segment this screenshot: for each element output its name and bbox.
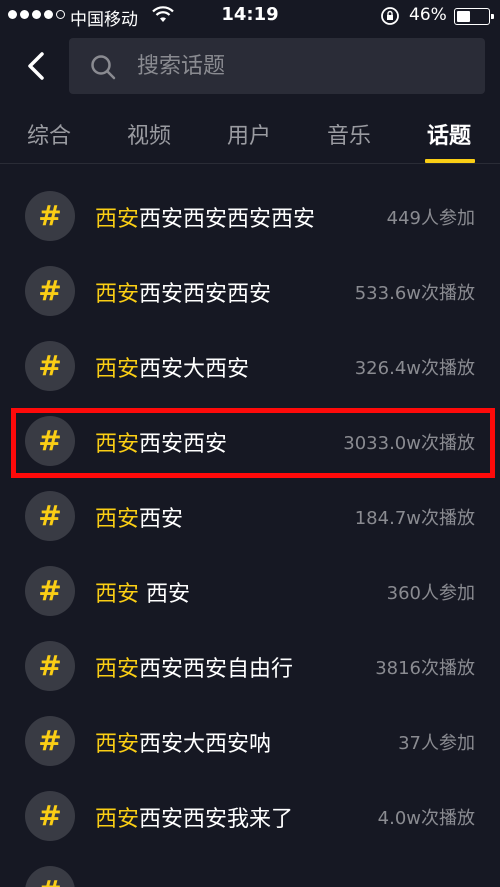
topic-title-rest: 西安 — [139, 582, 191, 607]
topic-title-highlight: 西安 — [95, 207, 140, 232]
search-icon — [91, 55, 116, 80]
topic-row[interactable]: # 西安西安西安西安 533.6w次播放 — [0, 253, 500, 328]
hashtag-icon: # — [25, 341, 75, 391]
topic-stats: 449人参加 — [386, 208, 475, 229]
hashtag-icon: # — [25, 491, 75, 541]
topic-title-rest: 西安 — [139, 507, 184, 532]
topic-title: 西安西安 — [95, 501, 183, 533]
hashtag-icon: # — [25, 416, 75, 466]
topic-title-rest: 西安西安西安西安 — [139, 207, 316, 232]
topic-row[interactable]: # 西安西安西安 3033.0w次播放 — [0, 403, 500, 478]
active-tab-indicator — [425, 159, 475, 163]
topic-row[interactable]: # 西安西安西安我来了 4.0w次播放 — [0, 778, 500, 853]
topic-title-highlight: 西安 — [95, 282, 140, 307]
topic-stats: 360人参加 — [386, 583, 475, 604]
topic-stats: 184.7w次播放 — [354, 508, 475, 529]
topic-title: 西安西安西安我来了 — [95, 801, 293, 833]
topic-stats: 3033.0w次播放 — [343, 433, 475, 454]
topic-title-rest: 西安大西安 — [139, 357, 250, 382]
back-chevron-icon[interactable] — [20, 48, 56, 84]
hashtag-icon: # — [25, 716, 75, 766]
hashtag-icon: # — [25, 566, 75, 616]
battery-fill — [457, 11, 470, 22]
tab-topics[interactable]: 话题 — [427, 118, 471, 150]
topic-stats: 326.4w次播放 — [354, 358, 475, 379]
topic-title-highlight: 西安 — [95, 507, 140, 532]
search-box[interactable] — [69, 38, 485, 94]
topic-title-rest: 西安西安 — [139, 432, 228, 457]
topic-stats: 533.6w次播放 — [354, 283, 475, 304]
hashtag-icon: # — [25, 641, 75, 691]
hashtag-icon: # — [25, 191, 75, 241]
topic-title-highlight: 西安 — [95, 732, 140, 757]
topic-stats: 4.0w次播放 — [377, 808, 475, 829]
topic-title: 西安西安西安西安西安 — [95, 201, 315, 233]
topic-row[interactable]: # 西安西安 184.7w次播放 — [0, 478, 500, 553]
topic-title-highlight: 西安 — [95, 582, 140, 607]
status-bar: 中国移动 14:19 46% — [0, 0, 500, 34]
topic-title-highlight: 西安 — [95, 657, 140, 682]
topic-title-highlight: 西安 — [95, 807, 140, 832]
search-input[interactable] — [137, 38, 467, 94]
battery-percent: 46% — [409, 5, 447, 25]
topic-title-rest: 西安西安自由行 — [139, 657, 294, 682]
hashtag-icon: # — [25, 866, 75, 887]
hashtag-icon: # — [25, 791, 75, 841]
topic-title: 西安西安西安西安 — [95, 276, 271, 308]
topic-title-rest: 西安西安西安 — [139, 282, 272, 307]
topic-title: 西安 西安 — [95, 576, 190, 608]
topic-title: 西安西安大西安呐 — [95, 726, 271, 758]
tab-bar: 综合 视频 用户 音乐 话题 — [0, 104, 500, 164]
topic-title-rest: 西安西安我来了 — [139, 807, 294, 832]
tab-videos[interactable]: 视频 — [127, 118, 171, 150]
topic-stats: 37人参加 — [398, 733, 475, 754]
topic-title: 西安西安西安自由行 — [95, 651, 293, 683]
topic-title-highlight: 西安 — [95, 357, 140, 382]
topic-row[interactable]: # 西安 西安 360人参加 — [0, 553, 500, 628]
topic-stats: 3816次播放 — [375, 658, 475, 679]
tab-comprehensive[interactable]: 综合 — [27, 118, 71, 150]
topic-title: 西安西安大西安 — [95, 351, 249, 383]
tab-music[interactable]: 音乐 — [327, 118, 371, 150]
topic-row[interactable]: # 西安西安西安西安西安 449人参加 — [0, 178, 500, 253]
rotation-lock-icon — [381, 7, 399, 25]
hashtag-icon: # — [25, 266, 75, 316]
topic-title: 西安西安西安 — [95, 426, 227, 458]
topic-row[interactable]: # 西安西安大西安 326.4w次播放 — [0, 328, 500, 403]
tab-users[interactable]: 用户 — [227, 118, 271, 150]
topic-row[interactable]: # 西安西安西安自由行 3816次播放 — [0, 628, 500, 703]
topic-title-rest: 西安大西安呐 — [139, 732, 272, 757]
topic-row[interactable]: # 西安西安大西安呐 37人参加 — [0, 703, 500, 778]
battery-icon — [454, 8, 494, 25]
topic-title-highlight: 西安 — [95, 432, 140, 457]
topic-row-partial[interactable]: # — [0, 853, 500, 887]
